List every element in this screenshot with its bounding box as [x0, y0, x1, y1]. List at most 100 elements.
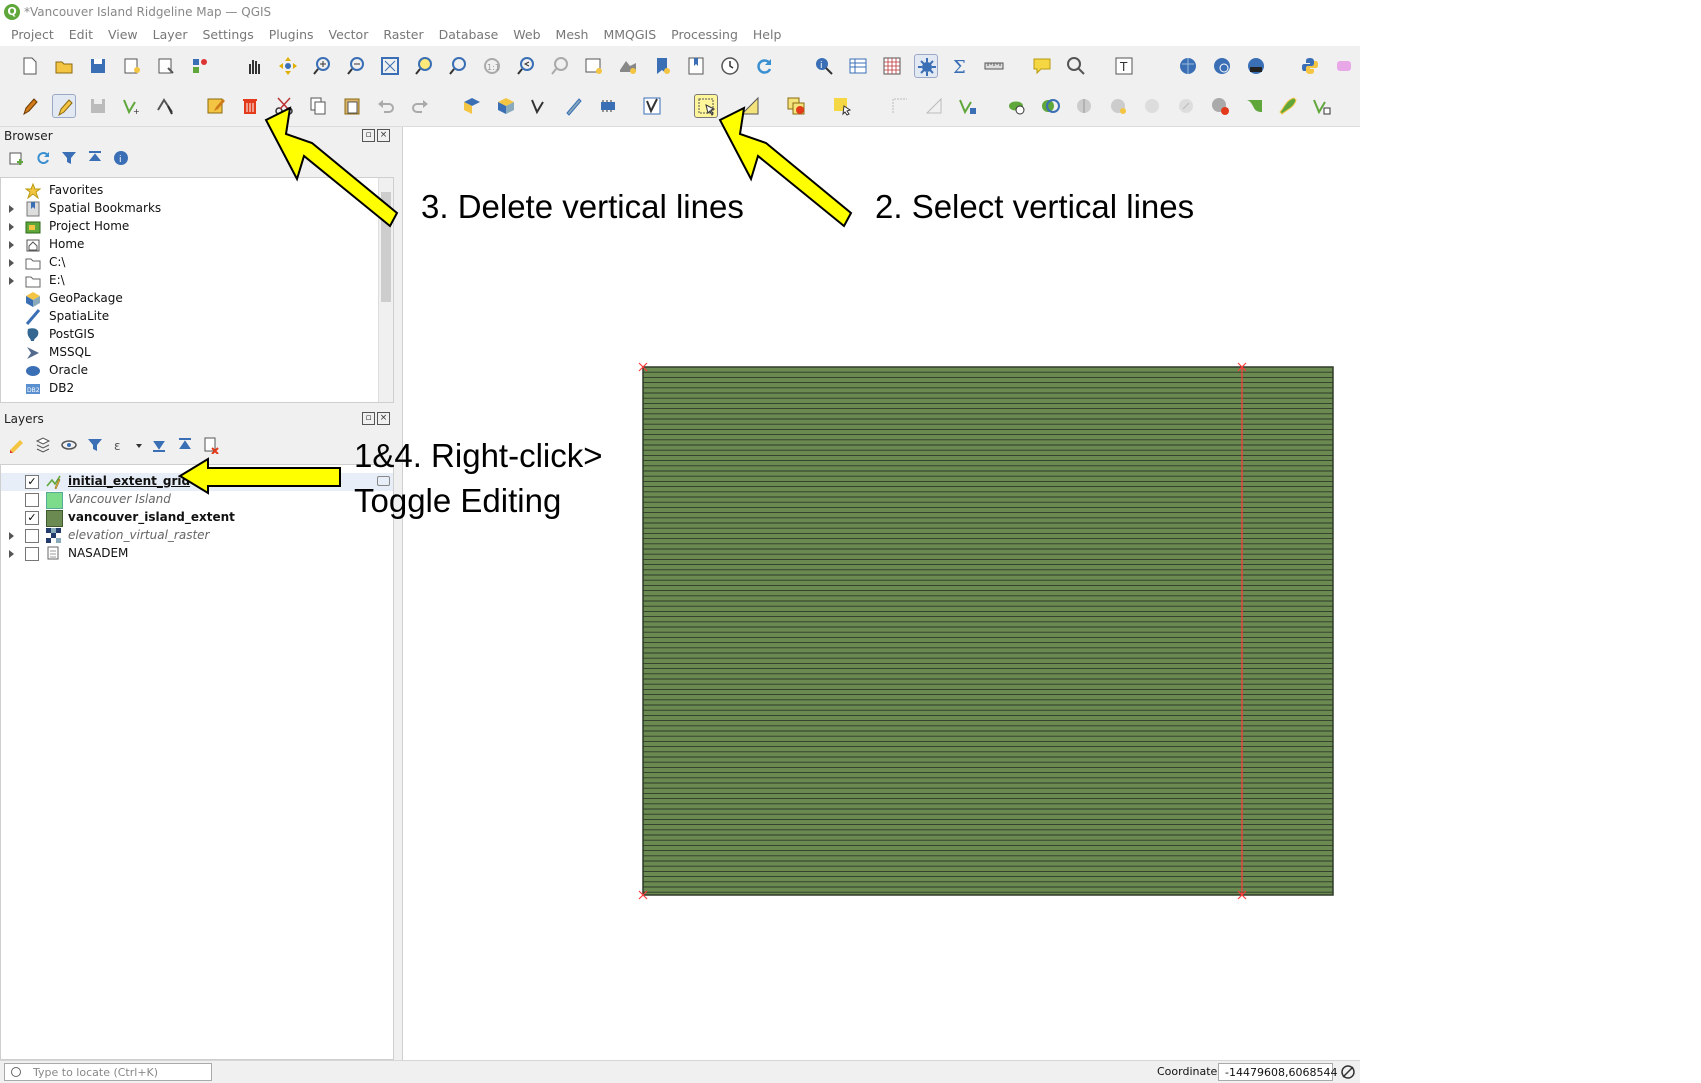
digitize-shape-icon[interactable] — [562, 94, 586, 118]
locator-icon[interactable] — [1064, 54, 1088, 78]
select-by-value-icon[interactable] — [738, 94, 762, 118]
text-annotation-icon[interactable]: T — [1112, 54, 1136, 78]
paste-features-icon[interactable] — [340, 94, 364, 118]
manage-map-themes-icon[interactable] — [60, 436, 78, 454]
expand-arrow-icon[interactable] — [9, 223, 14, 231]
delete-selected-icon[interactable] — [238, 94, 262, 118]
layer-visibility-checkbox[interactable] — [25, 529, 39, 543]
new-map-view-icon[interactable] — [582, 54, 606, 78]
menu-project[interactable]: Project — [11, 24, 54, 46]
zoom-out-icon[interactable] — [344, 54, 368, 78]
snapping-icon[interactable] — [888, 94, 912, 118]
menu-processing[interactable]: Processing — [671, 24, 738, 46]
refresh-browser-icon[interactable] — [34, 149, 52, 167]
add-group-icon[interactable] — [34, 436, 52, 454]
menu-raster[interactable]: Raster — [383, 24, 423, 46]
collapse-all-icon[interactable] — [176, 436, 194, 454]
plugin-icon[interactable] — [1332, 54, 1356, 78]
validate-icon[interactable] — [640, 94, 664, 118]
zoom-to-selection-icon[interactable] — [412, 54, 436, 78]
temporal-controller-icon[interactable] — [718, 54, 742, 78]
add-line-feature-icon[interactable]: + — [120, 94, 144, 118]
copy-features-icon[interactable] — [306, 94, 330, 118]
filter-legend-icon[interactable] — [86, 436, 104, 454]
merge-features-icon[interactable] — [1140, 94, 1164, 118]
layer-visibility-checkbox[interactable] — [25, 547, 39, 561]
menu-web[interactable]: Web — [513, 24, 540, 46]
new-3d-map-view-icon[interactable] — [616, 54, 640, 78]
open-attribute-table-icon[interactable] — [846, 54, 870, 78]
statistical-summary-icon[interactable]: Σ — [948, 54, 972, 78]
save-project-icon[interactable] — [86, 54, 110, 78]
add-selected-layers-icon[interactable] — [8, 149, 26, 167]
coordinate-field[interactable]: -14479608,6068544 — [1218, 1063, 1337, 1081]
vertex-editor-icon[interactable] — [1310, 94, 1334, 118]
menu-view[interactable]: View — [108, 24, 138, 46]
pan-map-icon[interactable] — [242, 54, 266, 78]
menu-edit[interactable]: Edit — [69, 24, 93, 46]
layer-visibility-checkbox[interactable]: ✓ — [25, 475, 39, 489]
toggle-editing-icon[interactable] — [52, 94, 76, 118]
map-tips-icon[interactable] — [1030, 54, 1054, 78]
refresh-icon[interactable] — [752, 54, 776, 78]
identify-features-icon[interactable]: i — [812, 54, 836, 78]
menu-mesh[interactable]: Mesh — [556, 24, 589, 46]
filter-browser-icon[interactable] — [60, 149, 78, 167]
menu-settings[interactable]: Settings — [202, 24, 253, 46]
new-print-layout-icon[interactable] — [120, 54, 144, 78]
globe-plugin-icon[interactable] — [1176, 54, 1200, 78]
select-features-icon[interactable] — [694, 94, 718, 118]
layer-tool-icon[interactable] — [596, 94, 620, 118]
filter-expression-dropdown-icon[interactable] — [136, 444, 142, 448]
measure-line-icon[interactable] — [982, 54, 1006, 78]
map-canvas[interactable] — [402, 127, 1360, 1060]
processing-toolbox-icon[interactable] — [914, 54, 938, 78]
cut-features-icon[interactable] — [272, 94, 296, 118]
menu-mmqgis[interactable]: MMQGIS — [603, 24, 656, 46]
menu-help[interactable]: Help — [753, 24, 782, 46]
open-field-calculator-icon[interactable] — [880, 54, 904, 78]
simplify-icon[interactable] — [1242, 94, 1266, 118]
layout-manager-icon[interactable] — [154, 54, 178, 78]
close-panel-icon[interactable]: × — [377, 412, 390, 425]
deselect-all-icon[interactable] — [784, 94, 808, 118]
menu-vector[interactable]: Vector — [329, 24, 369, 46]
layer-visibility-checkbox[interactable]: ✓ — [25, 511, 39, 525]
layer-visibility-checkbox[interactable] — [25, 493, 39, 507]
float-panel-icon[interactable]: ▫ — [362, 129, 375, 142]
pan-to-selection-icon[interactable] — [276, 54, 300, 78]
python-console-icon[interactable] — [1298, 54, 1322, 78]
expand-arrow-icon[interactable] — [9, 241, 14, 249]
expand-all-icon[interactable] — [150, 436, 168, 454]
expand-arrow-icon[interactable] — [9, 550, 14, 558]
zoom-next-icon[interactable] — [548, 54, 572, 78]
menu-layer[interactable]: Layer — [153, 24, 188, 46]
globe-car-icon[interactable] — [1244, 54, 1268, 78]
rotate-point-symbols-icon[interactable] — [1208, 94, 1232, 118]
layer-row-initial-extent-grid[interactable]: ✓ initial_extent_grid — [1, 473, 393, 491]
current-edits-icon[interactable] — [18, 94, 42, 118]
zoom-native-icon[interactable]: 1:1 — [480, 54, 504, 78]
scrollbar-thumb[interactable] — [381, 192, 391, 302]
globe-search-icon[interactable] — [1210, 54, 1234, 78]
merge-attributes-icon[interactable] — [1174, 94, 1198, 118]
fill-ring-icon[interactable] — [1276, 94, 1300, 118]
reshape-icon[interactable] — [1004, 94, 1028, 118]
expand-arrow-icon[interactable] — [9, 532, 14, 540]
vertex-tool-icon[interactable] — [154, 94, 178, 118]
save-layer-edits-icon[interactable] — [86, 94, 110, 118]
offset-curve-icon[interactable] — [1038, 94, 1062, 118]
add-ring-icon[interactable] — [956, 94, 980, 118]
browser-scrollbar[interactable] — [378, 178, 393, 402]
style-manager-icon[interactable] — [188, 54, 212, 78]
select-by-expression-icon[interactable] — [830, 94, 854, 118]
new-geopackage-layer-icon[interactable] — [460, 94, 484, 118]
redo-icon[interactable] — [408, 94, 432, 118]
float-panel-icon[interactable]: ▫ — [362, 412, 375, 425]
expand-arrow-icon[interactable] — [9, 277, 14, 285]
new-project-icon[interactable] — [18, 54, 42, 78]
filter-by-expression-icon[interactable]: ε — [112, 436, 130, 454]
close-panel-icon[interactable]: × — [377, 129, 390, 142]
zoom-full-icon[interactable] — [378, 54, 402, 78]
zoom-last-icon[interactable] — [514, 54, 538, 78]
